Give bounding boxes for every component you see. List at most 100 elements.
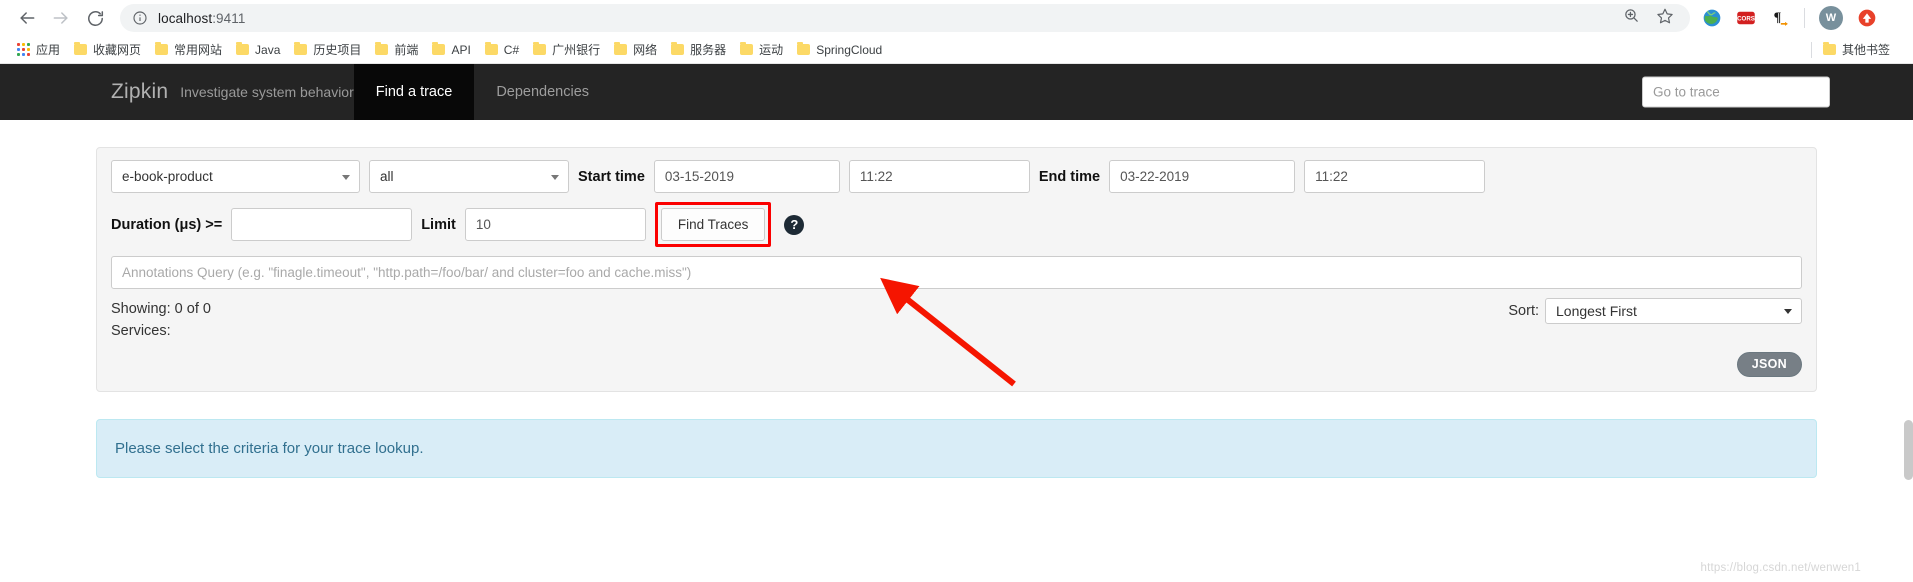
limit-input[interactable]: 10 (464, 208, 646, 241)
bookmarks-bar: 应用 收藏网页 常用网站 Java 历史项目 前端 API C# 广州银行 网络… (0, 36, 1913, 64)
scrollbar-thumb[interactable] (1904, 420, 1913, 480)
svg-text:CORS: CORS (1737, 16, 1755, 23)
cors-extension-icon[interactable]: CORS (1736, 8, 1756, 28)
end-time-label: End time (1038, 168, 1101, 185)
help-icon[interactable]: ? (784, 214, 805, 235)
start-time-label: Start time (578, 168, 645, 185)
annotations-query-placeholder: Annotations Query (e.g. "finagle.timeout… (122, 265, 692, 280)
browser-toolbar: localhost:9411 CORS ¶ W (0, 0, 1913, 36)
folder-icon (797, 42, 811, 55)
bookmark-label: 前端 (394, 43, 419, 57)
bookmark-item[interactable]: Java (229, 40, 287, 60)
zoom-icon[interactable] (1623, 7, 1640, 29)
avatar[interactable]: W (1819, 6, 1843, 30)
annotations-query-input[interactable]: Annotations Query (e.g. "finagle.timeout… (111, 256, 1802, 289)
tab-dependencies[interactable]: Dependencies (474, 64, 611, 120)
folder-icon (614, 42, 628, 55)
json-button[interactable]: JSON (1736, 352, 1802, 377)
start-clock-value: 11:22 (859, 169, 893, 184)
search-panel: e-book-product all Start time 03-15-2019… (96, 147, 1817, 392)
sort-select[interactable]: Longest First (1545, 298, 1802, 324)
service-name-select[interactable]: e-book-product (111, 160, 360, 193)
extensions-area: CORS ¶ W (1702, 6, 1877, 30)
bookmark-item[interactable]: 广州银行 (526, 38, 607, 61)
info-circle-icon[interactable] (132, 10, 148, 26)
folder-icon (375, 42, 389, 55)
go-to-trace-input[interactable]: Go to trace (1642, 76, 1830, 108)
bookmark-label: 应用 (36, 43, 61, 57)
reload-button[interactable] (78, 1, 112, 35)
duration-input[interactable] (231, 208, 413, 241)
end-date-input[interactable]: 03-22-2019 (1109, 160, 1296, 193)
limit-label: Limit (421, 216, 456, 233)
zipkin-navbar: Zipkin Investigate system behavior Find … (0, 64, 1913, 120)
bookmark-item[interactable]: 历史项目 (287, 38, 368, 61)
bookmark-apps[interactable]: 应用 (10, 38, 67, 61)
sort-label: Sort: (1508, 303, 1539, 319)
folder-icon (1822, 42, 1836, 55)
bookmark-star-icon[interactable] (1656, 7, 1674, 30)
bookmark-label: 运动 (759, 43, 784, 57)
bookmark-item[interactable]: 网络 (607, 38, 664, 61)
json-label: JSON (1751, 357, 1787, 371)
back-arrow-icon (20, 12, 35, 24)
info-alert: Please select the criteria for your trac… (96, 418, 1817, 478)
bookmark-label: 网络 (633, 43, 658, 57)
bookmark-label: 服务器 (690, 43, 727, 57)
start-clock-input[interactable]: 11:22 (848, 160, 1030, 193)
bookmark-label: 常用网站 (174, 43, 223, 57)
bookmark-label: Java (255, 42, 281, 57)
tab-label: Dependencies (496, 84, 590, 100)
bookmark-item[interactable]: 收藏网页 (67, 38, 148, 61)
find-traces-highlight-group: Find Traces (654, 202, 772, 247)
pilcrow-extension-icon[interactable]: ¶ (1770, 8, 1790, 28)
folder-icon (432, 42, 446, 55)
help-icon-glyph: ? (790, 217, 799, 232)
bookmark-label: API (451, 42, 471, 57)
find-traces-button[interactable]: Find Traces (660, 208, 766, 241)
reload-icon (87, 10, 103, 26)
globe-extension-icon[interactable] (1702, 8, 1722, 28)
url-port: :9411 (212, 10, 246, 26)
zipkin-tagline: Investigate system behavior (180, 84, 354, 100)
tab-label: Find a trace (375, 84, 453, 100)
bookmark-item[interactable]: 常用网站 (148, 38, 229, 61)
folder-icon (236, 42, 250, 55)
bookmark-label: 广州银行 (552, 43, 601, 57)
showing-count: Showing: 0 of 0 (111, 301, 211, 317)
tab-find-a-trace[interactable]: Find a trace (353, 64, 475, 120)
toolbar-divider (1804, 8, 1805, 28)
zipkin-brand[interactable]: Zipkin Investigate system behavior (0, 64, 354, 120)
address-bar[interactable]: localhost:9411 (120, 4, 1690, 32)
folder-icon (740, 42, 754, 55)
bookmark-item[interactable]: API (425, 40, 477, 60)
folder-icon (294, 42, 308, 55)
json-row: JSON (111, 352, 1802, 377)
bookmark-label: SpringCloud (816, 42, 883, 57)
folder-icon (671, 42, 685, 55)
end-clock-input[interactable]: 11:22 (1304, 160, 1486, 193)
upload-arrow-icon[interactable] (1857, 8, 1877, 28)
bookmark-other[interactable]: 其他书签 (1816, 38, 1897, 61)
apps-grid-icon (17, 43, 30, 56)
folder-icon (155, 42, 169, 55)
watermark-text: https://blog.csdn.net/wenwen1 (1700, 562, 1861, 574)
bookmark-item[interactable]: C# (478, 40, 526, 60)
bookmark-item[interactable]: SpringCloud (790, 40, 889, 60)
back-button[interactable] (10, 1, 44, 35)
forward-arrow-icon (53, 12, 68, 24)
bookmark-item[interactable]: 前端 (368, 38, 425, 61)
bookmark-label: 历史项目 (313, 43, 362, 57)
bookmark-item[interactable]: 运动 (733, 38, 790, 61)
results-summary: Showing: 0 of 0 Services: (111, 298, 211, 342)
sort-control: Sort: Longest First (1508, 298, 1802, 324)
bookmark-item[interactable]: 服务器 (664, 38, 733, 61)
end-date-value: 03-22-2019 (1120, 169, 1190, 184)
forward-button[interactable] (44, 1, 78, 35)
find-traces-label: Find Traces (677, 217, 749, 232)
service-name-value: e-book-product (122, 169, 213, 184)
results-summary-row: Showing: 0 of 0 Services: Sort: Longest … (111, 298, 1802, 342)
start-date-input[interactable]: 03-15-2019 (653, 160, 840, 193)
svg-text:¶: ¶ (1774, 9, 1782, 25)
span-name-select[interactable]: all (369, 160, 569, 193)
